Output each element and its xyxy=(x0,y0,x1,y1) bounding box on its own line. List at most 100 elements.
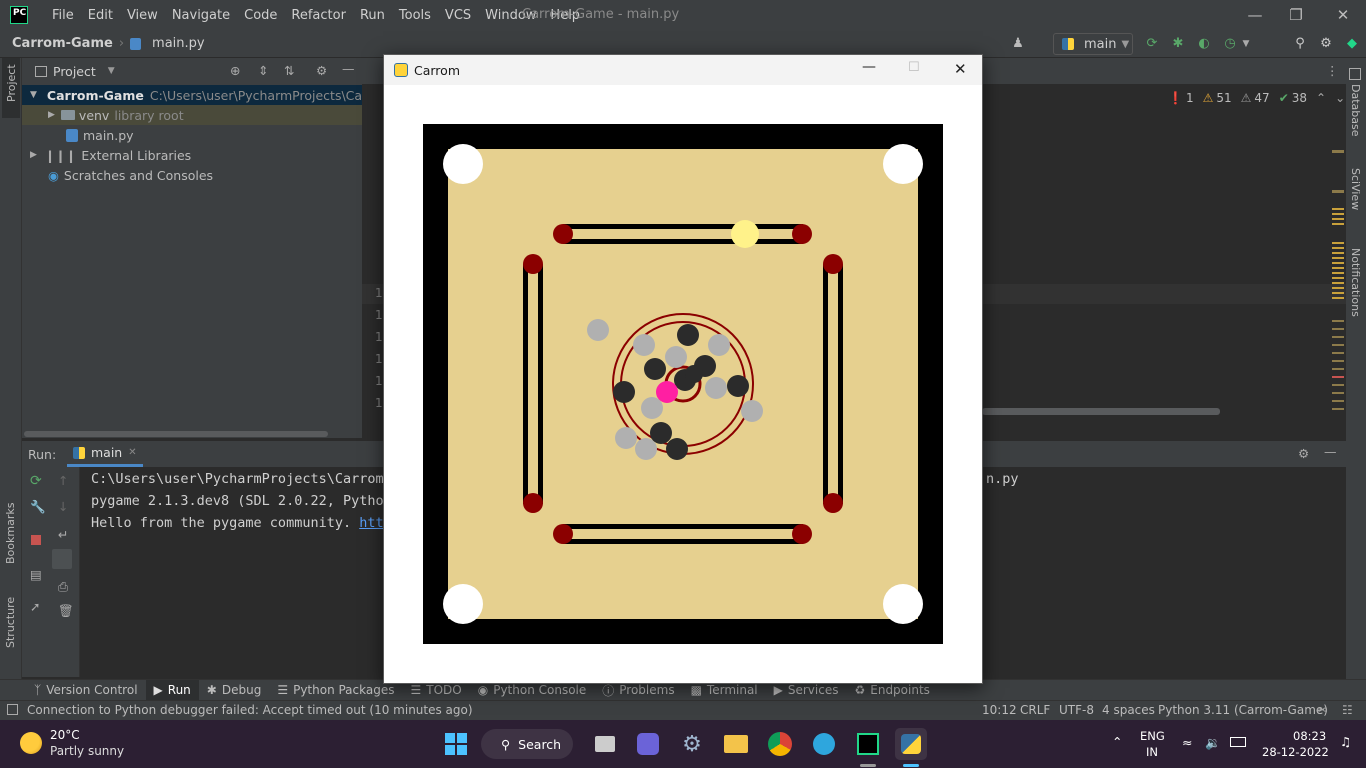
run-settings-icon[interactable]: ⚙ xyxy=(1298,446,1309,461)
maximize-icon[interactable]: ☐ xyxy=(908,60,920,75)
soft-wrap-icon[interactable]: ↵ xyxy=(58,527,68,542)
debug-icon[interactable]: ✱ xyxy=(1170,36,1186,52)
teams-chat-icon[interactable] xyxy=(632,728,664,760)
run-tab-main[interactable]: main ✕ xyxy=(67,441,143,467)
windows-start-icon[interactable] xyxy=(440,728,472,760)
menu-tools[interactable]: Tools xyxy=(392,8,438,23)
close-tab-icon[interactable]: ✕ xyxy=(128,447,136,458)
close-icon[interactable]: ✕ xyxy=(954,60,967,78)
menu-refactor[interactable]: Refactor xyxy=(284,8,353,23)
chevron-right-icon[interactable]: ▶ xyxy=(48,110,55,120)
tree-row-external-libraries[interactable]: ▶ ❙❙❙ External Libraries xyxy=(22,145,362,165)
language-code[interactable]: ENG xyxy=(1140,729,1165,743)
horizontal-scrollbar[interactable] xyxy=(24,431,328,437)
down-arrow-icon[interactable]: ↓ xyxy=(58,499,68,514)
memory-indicator-icon[interactable]: ☷ xyxy=(1342,703,1353,717)
notifications-bell-icon[interactable]: ♫ xyxy=(1340,734,1351,749)
database-icon[interactable] xyxy=(1349,68,1361,80)
chevron-down-icon[interactable]: ▼ xyxy=(108,66,115,76)
python-taskbar-icon[interactable] xyxy=(895,728,927,760)
menu-vcs[interactable]: VCS xyxy=(438,8,478,23)
coverage-icon[interactable]: ◐ xyxy=(1196,36,1212,52)
weather-temperature[interactable]: 20°C xyxy=(50,728,80,742)
editor-horizontal-scrollbar[interactable] xyxy=(982,408,1220,415)
stop-icon[interactable] xyxy=(31,535,41,545)
clock-date[interactable]: 28-12-2022 xyxy=(1262,745,1329,759)
tool-run[interactable]: ▶ Run xyxy=(145,679,199,701)
more-run-dropdown-icon[interactable]: ▼ xyxy=(1238,36,1254,52)
chevron-up-icon[interactable]: ⌃ xyxy=(1112,734,1122,749)
weather-sun-icon[interactable] xyxy=(20,732,42,754)
toggle-tool-windows-icon[interactable] xyxy=(7,704,18,715)
user-icon[interactable]: ♟ xyxy=(1010,36,1026,52)
sciview-stripe-label[interactable]: SciView xyxy=(1349,168,1362,210)
lock-icon[interactable]: ⚯ xyxy=(1317,703,1327,717)
tree-row-project-root[interactable]: ▼ Carrom-Game C:\Users\user\PycharmProje… xyxy=(22,85,396,105)
settings-app-icon[interactable]: ⚙ xyxy=(676,728,708,760)
menu-edit[interactable]: Edit xyxy=(81,8,120,23)
weather-condition[interactable]: Partly sunny xyxy=(50,744,124,758)
caret-position[interactable]: 10:12 xyxy=(982,703,1017,717)
inspection-widget[interactable]: ❗ 1 ⚠ 51 ⚠ 47 ✔ 38 ⌃ ⌄ xyxy=(1168,91,1345,105)
notifications-stripe-label[interactable]: Notifications xyxy=(1349,248,1362,317)
rerun-icon[interactable]: ⟳ xyxy=(30,473,42,489)
telegram-icon[interactable] xyxy=(808,728,840,760)
menu-run[interactable]: Run xyxy=(353,8,392,23)
wifi-icon[interactable]: ≈ xyxy=(1182,735,1192,750)
locate-icon[interactable]: ⊕ xyxy=(230,63,240,78)
clock-time[interactable]: 08:23 xyxy=(1293,729,1326,743)
project-panel-title[interactable]: Project xyxy=(53,64,96,79)
expand-all-icon[interactable]: ⇕ xyxy=(258,63,268,78)
structure-stripe-label[interactable]: Structure xyxy=(4,597,17,648)
rerun-icon[interactable]: ⟳ xyxy=(1144,36,1160,52)
status-message[interactable]: Connection to Python debugger failed: Ac… xyxy=(27,703,473,717)
up-arrow-icon[interactable]: ↑ xyxy=(58,473,68,488)
profile-icon[interactable]: ◷ xyxy=(1222,36,1238,52)
tree-row-main-py[interactable]: main.py xyxy=(22,125,362,145)
breadcrumb-project[interactable]: Carrom-Game xyxy=(12,36,113,51)
tool-version-control[interactable]: ᛉ Version Control xyxy=(26,680,146,701)
hide-run-panel-icon[interactable]: — xyxy=(1324,444,1337,459)
collapse-all-icon[interactable]: ⇅ xyxy=(284,63,294,78)
file-explorer-icon[interactable] xyxy=(720,728,752,760)
chevron-down-icon[interactable]: ⌄ xyxy=(1335,91,1345,105)
tool-debug[interactable]: ✱ Debug xyxy=(199,680,270,701)
battery-icon[interactable] xyxy=(1230,737,1246,747)
wrench-icon[interactable]: 🔧 xyxy=(30,499,46,515)
menu-view[interactable]: View xyxy=(120,8,165,23)
carrom-board[interactable] xyxy=(423,124,943,644)
pycharm-taskbar-icon[interactable] xyxy=(852,728,884,760)
print-icon[interactable]: ⎙ xyxy=(58,579,68,595)
tree-row-venv[interactable]: ▶ venv library root xyxy=(22,105,362,125)
hide-panel-icon[interactable]: — xyxy=(342,61,355,76)
chrome-icon[interactable] xyxy=(764,728,796,760)
chevron-right-icon[interactable]: ▶ xyxy=(30,150,37,160)
minimize-icon[interactable]: — xyxy=(862,59,876,75)
database-stripe-label[interactable]: Database xyxy=(1349,84,1362,137)
settings-gear-icon[interactable]: ⚙ xyxy=(1318,36,1334,52)
menu-code[interactable]: Code xyxy=(237,8,284,23)
tree-row-scratches[interactable]: ◉ Scratches and Consoles xyxy=(22,165,362,185)
pygame-window[interactable]: Carrom — ☐ ✕ xyxy=(383,54,983,684)
trash-icon[interactable]: 🗑 xyxy=(58,603,74,619)
restore-icon[interactable]: ❐ xyxy=(1285,4,1307,26)
project-stripe-button[interactable]: Project xyxy=(2,58,20,118)
menu-file[interactable]: File xyxy=(45,8,81,23)
panel-settings-icon[interactable]: ⚙ xyxy=(316,63,327,78)
python-interpreter[interactable]: Python 3.11 (Carrom-Game) xyxy=(1158,703,1328,717)
breadcrumb-file[interactable]: main.py xyxy=(152,36,205,51)
error-stripe[interactable] xyxy=(1330,110,1346,410)
run-config-selector[interactable]: main ▼ xyxy=(1053,33,1133,55)
scroll-to-end-icon[interactable] xyxy=(52,549,72,569)
pycharm-logo[interactable]: PC xyxy=(10,6,28,24)
region-code[interactable]: IN xyxy=(1146,745,1158,759)
jetbrains-toolbox-icon[interactable]: ◆ xyxy=(1344,36,1360,52)
close-icon[interactable]: ✕ xyxy=(1332,4,1354,26)
taskbar-search[interactable]: ⚲ Search xyxy=(481,729,573,759)
volume-icon[interactable]: 🔉 xyxy=(1205,735,1221,751)
line-separator[interactable]: CRLF xyxy=(1020,703,1050,717)
pygame-title-bar[interactable]: Carrom — ☐ ✕ xyxy=(384,55,982,85)
minimize-icon[interactable]: — xyxy=(1244,4,1266,26)
chevron-down-icon[interactable]: ▼ xyxy=(30,90,37,100)
task-view-icon[interactable] xyxy=(589,728,621,760)
